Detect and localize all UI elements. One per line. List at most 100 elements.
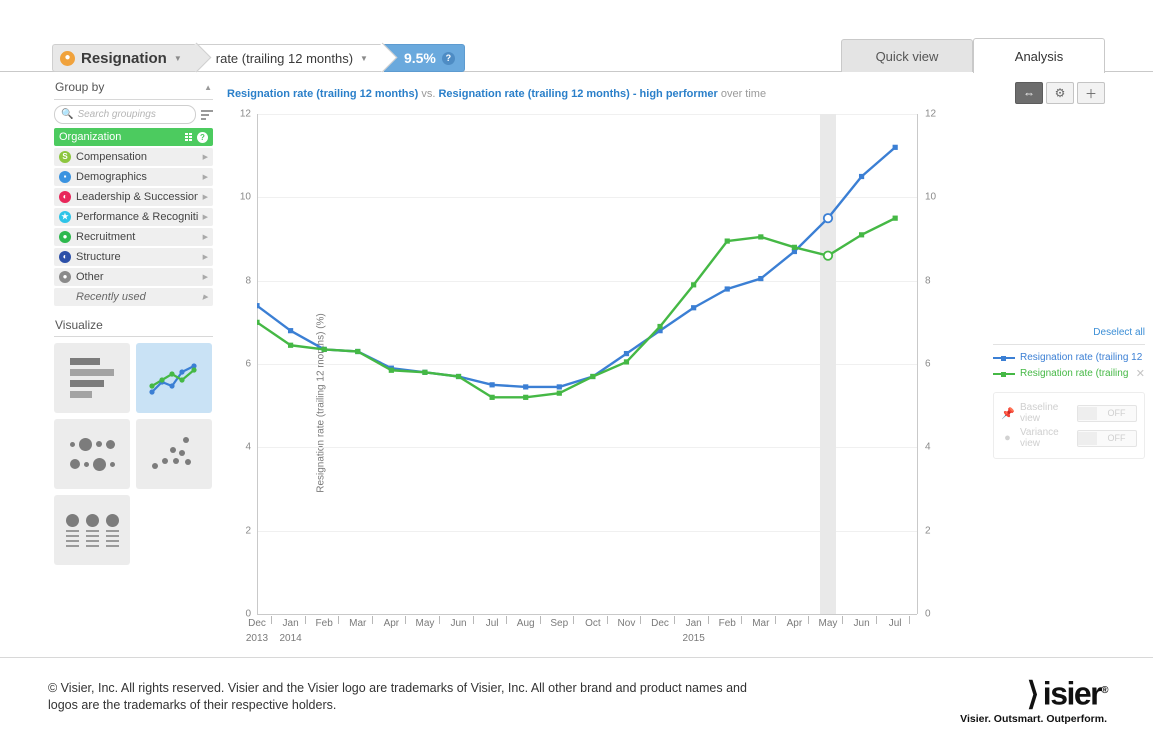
legend-item-series-a[interactable]: Resignation rate (trailing 12 ... [993,352,1145,363]
sidebar-item-label: Recently used [76,291,146,303]
data-point [691,305,697,311]
chart-title: Resignation rate (trailing 12 months) vs… [227,88,766,100]
chevron-right-icon: ▶ [202,174,208,181]
search-input[interactable]: 🔍 Search groupings [54,105,196,124]
add-button[interactable]: ＋ [1077,82,1105,104]
sidebar-item-recently-used[interactable]: Recently used ▶ [54,288,213,306]
legend-marker [993,353,1015,362]
top-bar: ● Resignation ▼ rate (trailing 12 months… [0,0,1153,73]
sidebar-item-performance-recognition[interactable]: ★ Performance & Recognition ▶ [54,208,213,226]
copyright-text: © Visier, Inc. All rights reserved. Visi… [48,681,747,712]
y-axis-tick: 4 [245,441,251,453]
scatter-plot-icon [152,437,191,469]
footer-divider [0,657,1153,658]
card-list-icon [65,513,119,547]
data-point [321,346,327,353]
sidebar-item-label: Compensation [76,151,147,163]
caret-down-icon: ▼ [173,53,182,63]
baseline-view-label: Baseline view [1020,402,1059,424]
line-chart-icon [149,363,197,395]
data-point [489,382,495,388]
breadcrumb-submetric[interactable]: rate (trailing 12 months) ▼ [197,42,398,73]
sidebar-item-other[interactable]: ● Other ▶ [54,268,213,286]
help-icon[interactable]: ? [197,131,208,143]
circle-icon: ● [1004,432,1011,444]
viz-option-card-list[interactable] [54,495,130,565]
data-point [523,384,529,390]
bar-chart-icon [70,358,114,398]
breadcrumb: ● Resignation ▼ rate (trailing 12 months… [52,42,465,73]
visualize-options [46,337,221,571]
sidebar-item-structure[interactable]: ◐ Structure ▶ [54,248,213,266]
view-toggles: 📌 Baseline view OFF ● Variance view OFF [993,392,1145,459]
legend-item-series-b[interactable]: Resignation rate (trailing ... ✕ [993,367,1145,380]
data-point [590,373,596,380]
sidebar-item-recruitment[interactable]: ● Recruitment ▶ [54,228,213,246]
sidebar-item-leadership-succession[interactable]: ◐ Leadership & Succession ▶ [54,188,213,206]
footer: © Visier, Inc. All rights reserved. Visi… [0,657,1153,754]
baseline-view-toggle[interactable]: OFF [1077,404,1137,422]
demographics-icon: ▪ [59,171,71,183]
x-axis-line [257,614,917,615]
chart-toolbar: ⇔ ⚙ ＋ [1015,82,1105,104]
y-axis-tick-right: 4 [925,441,931,453]
breadcrumb-submetric-label: rate (trailing 12 months) [215,50,354,66]
sidebar-item-compensation[interactable]: S Compensation ▶ [54,148,213,166]
data-point [455,373,462,380]
data-point [623,350,630,357]
chart-title-series-b: Resignation rate (trailing 12 months) - … [438,88,718,100]
fit-width-button[interactable]: ⇔ [1015,82,1043,104]
data-point [892,144,898,150]
variance-view-toggle[interactable]: OFF [1077,429,1137,447]
data-point [257,303,260,309]
data-point-highlight [822,213,834,224]
visualize-title: Visualize [55,318,103,332]
chart-title-series-a: Resignation rate (trailing 12 months) [227,88,419,100]
sidebar-item-organization[interactable]: Organization ? [54,128,213,146]
settings-gear-button[interactable]: ⚙ [1046,82,1074,104]
y-axis-tick: 2 [245,525,251,537]
bubble-chart-icon [69,437,115,471]
sidebar-item-demographics[interactable]: ▪ Demographics ▶ [54,168,213,186]
viz-option-bubble-chart[interactable] [54,419,130,489]
triangle-up-icon[interactable]: ▲ [204,83,212,92]
performance-star-icon: ★ [59,211,71,223]
close-icon[interactable]: ✕ [1136,367,1145,380]
leadership-icon: ◐ [59,191,71,203]
sidebar-item-label: Organization [59,131,122,143]
search-placeholder: Search groupings [77,109,156,120]
grid-icon[interactable] [185,133,192,141]
tab-quick-view[interactable]: Quick view [841,39,973,73]
data-point-highlight [822,250,834,261]
chevron-right-icon: ▶ [202,274,208,281]
legend-label: Resignation rate (trailing ... [1020,368,1129,379]
viz-option-bar-chart[interactable] [54,343,130,413]
y-axis-tick: 12 [239,108,251,120]
deselect-all-link[interactable]: Deselect all [993,327,1145,344]
chart-svg [257,114,898,614]
chevron-right-icon: ▶ [202,234,208,241]
viz-option-line-chart[interactable] [136,343,212,413]
search-row: 🔍 Search groupings [46,100,221,128]
help-icon[interactable]: ? [441,51,455,65]
data-point [422,369,428,375]
data-point [691,282,697,288]
y-axis-tick-right: 8 [925,275,931,287]
data-point [257,319,260,325]
viz-option-scatter-plot[interactable] [136,419,212,489]
logo-mark: ⟩ isier® [1026,675,1109,712]
sort-icon[interactable] [201,109,213,120]
data-point [758,234,764,240]
metric-value: 9.5% [403,50,436,66]
variance-view-state: OFF [1107,433,1126,443]
chevron-right-icon: ▶ [202,254,208,261]
tab-analysis[interactable]: Analysis [973,38,1105,73]
x-axis-tickmark [909,616,911,624]
structure-icon: ◐ [59,251,71,263]
chevron-right-icon: ▶ [202,294,208,301]
sidebar-item-label: Performance & Recognition [76,211,198,223]
data-point [355,348,361,355]
logo-wordmark: isier [1037,675,1103,712]
sidebar-item-label: Structure [76,251,121,263]
breadcrumb-metric[interactable]: ● Resignation ▼ [52,42,212,73]
